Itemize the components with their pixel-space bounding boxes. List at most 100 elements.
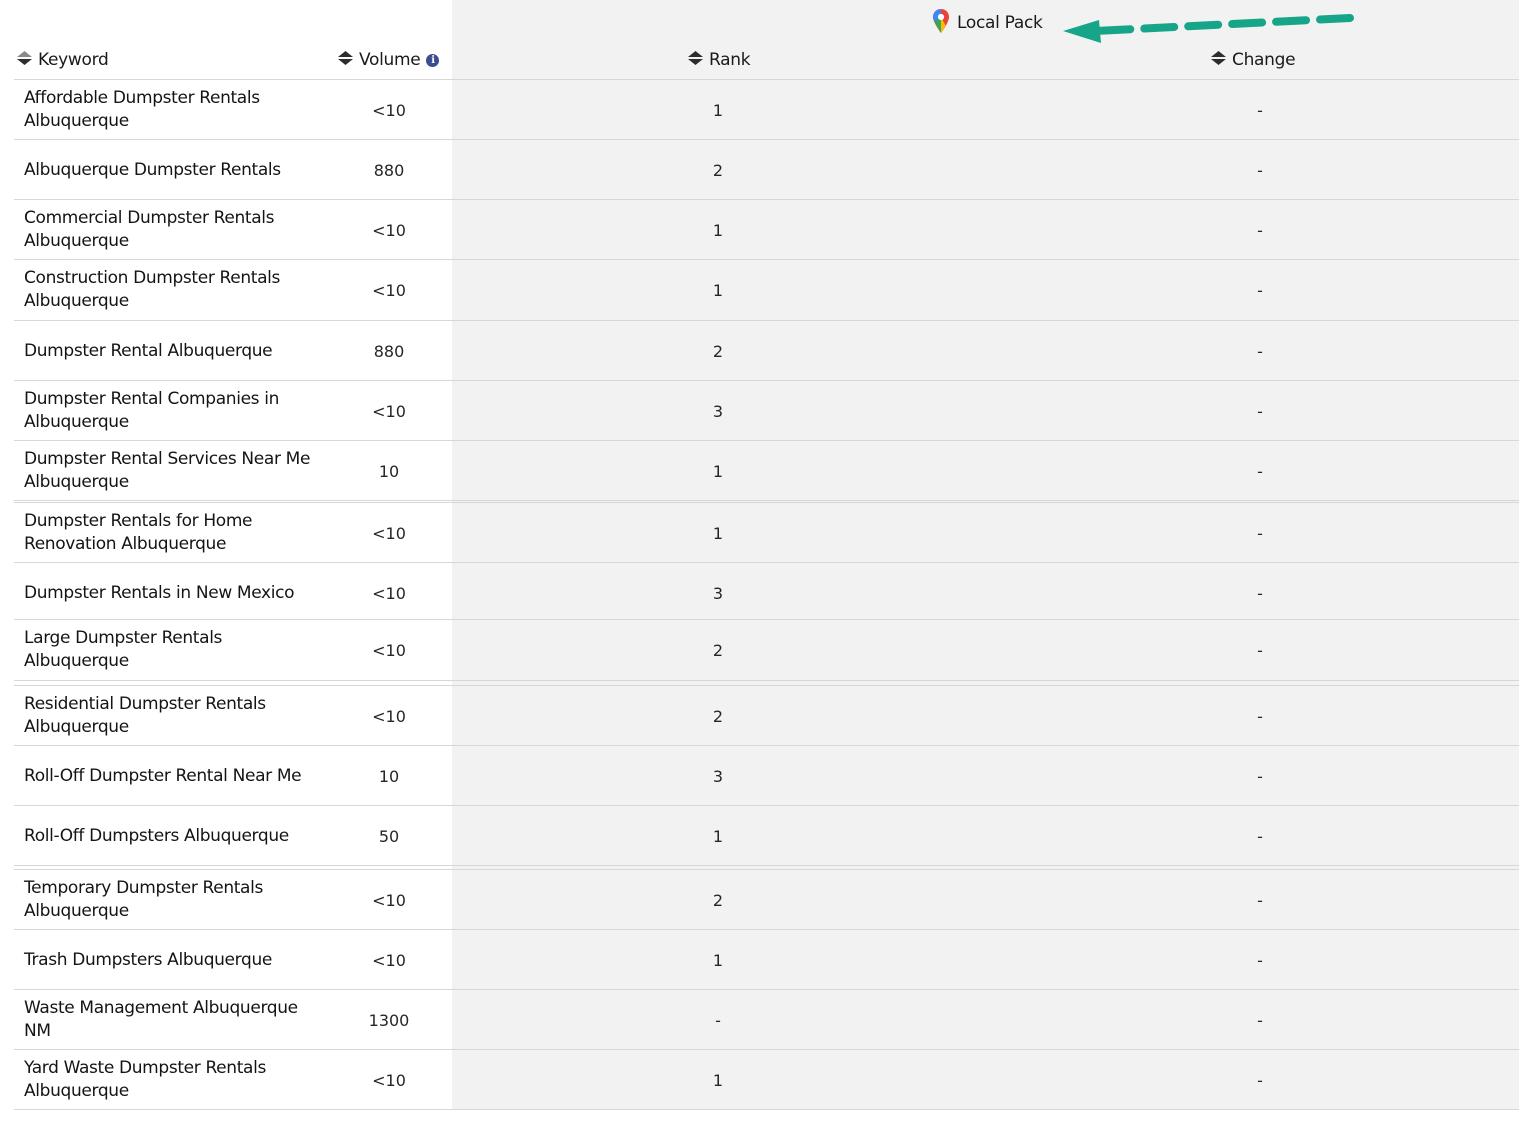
volume-cell: 50 <box>378 826 400 846</box>
table-row: Dumpster Rental Companies in Albuquerque… <box>14 381 1519 441</box>
rank-cell: 2 <box>712 160 724 180</box>
change-cell: - <box>1257 160 1263 180</box>
sort-icon[interactable] <box>1210 50 1227 71</box>
keyword-cell: Dumpster Rental Albuquerque <box>24 340 273 361</box>
table-row: Roll-Off Dumpsters Albuquerque 50 1 - <box>14 806 1519 866</box>
rank-column-header[interactable]: Rank <box>687 47 751 73</box>
table-row: Dumpster Rentals for Home Renovation Alb… <box>14 503 1519 563</box>
keyword-cell: Commercial Dumpster Rentals Albuquerque <box>24 208 275 251</box>
change-cell: - <box>1257 220 1263 240</box>
keyword-cell: Large Dumpster Rentals Albuquerque <box>24 628 223 671</box>
change-header-label: Change <box>1232 50 1296 70</box>
table-row: Dumpster Rentals in New Mexico <10 3 - <box>14 563 1519 623</box>
volume-cell: <10 <box>372 401 406 421</box>
rank-cell: 3 <box>712 766 724 786</box>
volume-header-label: Volume <box>359 50 421 70</box>
volume-cell: <10 <box>372 1070 406 1090</box>
volume-cell: <10 <box>372 640 406 660</box>
keyword-cell: Roll-Off Dumpsters Albuquerque <box>24 825 289 846</box>
keyword-cell: Temporary Dumpster Rentals Albuquerque <box>24 878 264 921</box>
table-row: Residential Dumpster Rentals Albuquerque… <box>14 686 1519 746</box>
volume-cell: 880 <box>373 341 405 361</box>
volume-cell: <10 <box>372 220 406 240</box>
change-cell: - <box>1257 280 1263 300</box>
rank-cell: 1 <box>712 280 724 300</box>
keyword-cell: Dumpster Rentals for Home Renovation Alb… <box>24 511 253 554</box>
rank-cell: 3 <box>712 583 724 603</box>
table-row: Waste Management Albuquerque NM 1300 - - <box>14 990 1519 1050</box>
keyword-cell: Waste Management Albuquerque NM <box>24 998 298 1041</box>
table-row: Dumpster Rental Services Near Me Albuque… <box>14 441 1519 501</box>
table-row: Dumpster Rental Albuquerque 880 2 - <box>14 321 1519 381</box>
keyword-cell: Construction Dumpster Rentals Albuquerqu… <box>24 268 281 311</box>
change-cell: - <box>1257 640 1263 660</box>
change-cell: - <box>1257 1010 1263 1030</box>
change-cell: - <box>1257 401 1263 421</box>
keyword-cell: Dumpster Rental Services Near Me Albuque… <box>24 449 311 492</box>
volume-cell: 1300 <box>368 1010 410 1030</box>
table-row: Trash Dumpsters Albuquerque <10 1 - <box>14 930 1519 990</box>
change-cell: - <box>1257 583 1263 603</box>
keyword-cell: Affordable Dumpster Rentals Albuquerque <box>24 88 260 131</box>
keyword-cell: Dumpster Rentals in New Mexico <box>24 582 295 603</box>
rank-cell: 2 <box>712 341 724 361</box>
rank-cell: 2 <box>712 890 724 910</box>
rank-cell: 2 <box>712 640 724 660</box>
volume-cell: <10 <box>372 280 406 300</box>
volume-cell: <10 <box>372 523 406 543</box>
change-cell: - <box>1257 461 1263 481</box>
local-pack-title: Local Pack <box>957 13 1043 33</box>
table-row: Temporary Dumpster Rentals Albuquerque <… <box>14 870 1519 930</box>
volume-cell: <10 <box>372 100 406 120</box>
info-icon[interactable]: i <box>426 53 440 67</box>
table-row: Albuquerque Dumpster Rentals 880 2 - <box>14 140 1519 200</box>
change-cell: - <box>1257 890 1263 910</box>
keyword-column-header[interactable]: Keyword <box>16 47 109 73</box>
change-cell: - <box>1257 1070 1263 1090</box>
keyword-cell: Residential Dumpster Rentals Albuquerque <box>24 694 266 737</box>
volume-cell: 10 <box>378 766 400 786</box>
change-cell: - <box>1257 766 1263 786</box>
map-pin-icon <box>932 8 950 39</box>
rank-cell: - <box>715 1010 721 1030</box>
rank-cell: 2 <box>712 706 724 726</box>
change-column-header[interactable]: Change <box>1210 47 1296 73</box>
rank-header-label: Rank <box>709 50 751 70</box>
local-pack-heading: Local Pack <box>932 8 1043 39</box>
volume-cell: 10 <box>378 461 400 481</box>
change-cell: - <box>1257 523 1263 543</box>
volume-cell: <10 <box>372 706 406 726</box>
rank-cell: 1 <box>712 523 724 543</box>
table-row: Yard Waste Dumpster Rentals Albuquerque … <box>14 1050 1519 1110</box>
rank-cell: 3 <box>712 401 724 421</box>
volume-cell: <10 <box>372 950 406 970</box>
keyword-cell: Roll-Off Dumpster Rental Near Me <box>24 765 302 786</box>
rank-cell: 1 <box>712 461 724 481</box>
change-cell: - <box>1257 950 1263 970</box>
sort-icon[interactable] <box>16 50 33 71</box>
table-row: Affordable Dumpster Rentals Albuquerque … <box>14 80 1519 140</box>
sort-icon[interactable] <box>337 50 354 71</box>
volume-column-header[interactable]: Volume i <box>337 47 440 73</box>
volume-cell: <10 <box>372 583 406 603</box>
volume-cell: 880 <box>373 160 405 180</box>
rank-cell: 1 <box>712 220 724 240</box>
change-cell: - <box>1257 706 1263 726</box>
table-row: Commercial Dumpster Rentals Albuquerque … <box>14 200 1519 260</box>
rank-cell: 1 <box>712 100 724 120</box>
keyword-cell: Dumpster Rental Companies in Albuquerque <box>24 389 280 432</box>
keyword-cell: Trash Dumpsters Albuquerque <box>24 949 272 970</box>
rank-cell: 1 <box>712 950 724 970</box>
change-cell: - <box>1257 826 1263 846</box>
change-cell: - <box>1257 100 1263 120</box>
keyword-cell: Albuquerque Dumpster Rentals <box>24 159 281 180</box>
rank-cell: 1 <box>712 1070 724 1090</box>
table-row: Construction Dumpster Rentals Albuquerqu… <box>14 260 1519 320</box>
change-cell: - <box>1257 341 1263 361</box>
table-row: Roll-Off Dumpster Rental Near Me 10 3 - <box>14 746 1519 806</box>
sort-icon[interactable] <box>687 50 704 71</box>
keyword-header-label: Keyword <box>38 50 109 70</box>
volume-cell: <10 <box>372 890 406 910</box>
table-row: Large Dumpster Rentals Albuquerque <10 2… <box>14 620 1519 680</box>
row-divider <box>14 680 1519 681</box>
